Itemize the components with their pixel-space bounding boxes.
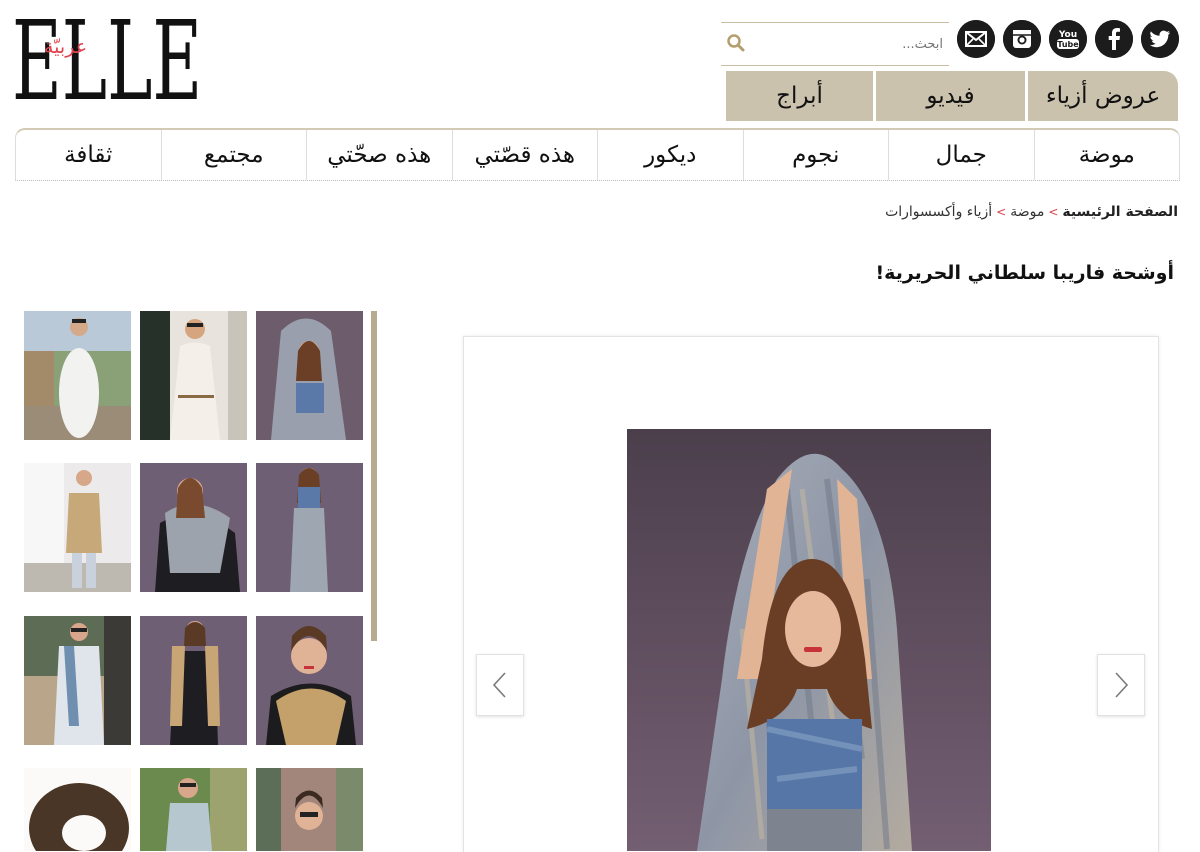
logo-subtitle: عربيّة <box>44 36 88 58</box>
gallery-thumbnail[interactable] <box>24 311 131 440</box>
gallery-thumbnail[interactable] <box>24 616 131 745</box>
youtube-text-bottom: Tube <box>1057 40 1079 49</box>
breadcrumb: الصفحة الرئيسية > موضة > أزياء وأكسسوارا… <box>885 204 1178 220</box>
nav-item-stars[interactable]: نجوم <box>742 130 889 180</box>
next-slide-button[interactable] <box>1097 654 1145 716</box>
nav-item-my-health[interactable]: هذه صحّتي <box>306 130 452 180</box>
slideshow-main-photo <box>627 429 991 851</box>
nav-item-beauty[interactable]: جمال <box>888 130 1034 180</box>
nav-item-decor[interactable]: ديكور <box>597 130 743 180</box>
gallery-thumbnail[interactable] <box>256 463 363 592</box>
gallery-thumbnail[interactable] <box>256 616 363 745</box>
gallery-thumbnail[interactable] <box>140 616 247 745</box>
gallery-thumbnail[interactable] <box>140 463 247 592</box>
gallery-scrollbar[interactable] <box>371 311 377 641</box>
elle-logo[interactable]: ELLE عربيّة <box>12 6 264 116</box>
tab-fashion-shows[interactable]: عروض أزياء <box>1028 71 1178 121</box>
breadcrumb-fashion-accessories[interactable]: أزياء وأكسسوارات <box>885 204 992 220</box>
gallery-thumbnail[interactable] <box>140 768 247 851</box>
nav-item-society[interactable]: مجتمع <box>160 130 307 180</box>
search-icon[interactable] <box>725 32 747 54</box>
instagram-icon[interactable] <box>1003 20 1041 58</box>
breadcrumb-home[interactable]: الصفحة الرئيسية <box>1062 204 1178 220</box>
breadcrumb-separator: > <box>1048 205 1059 219</box>
search-input[interactable] <box>751 31 945 57</box>
main-nav: موضة جمال نجوم ديكور هذه قصّتي هذه صحّتي… <box>15 128 1180 181</box>
breadcrumb-separator: > <box>996 205 1007 219</box>
gallery-thumbnail[interactable] <box>24 768 131 851</box>
gallery-thumbnail[interactable] <box>140 311 247 440</box>
chevron-right-icon <box>1115 672 1129 698</box>
previous-slide-button[interactable] <box>476 654 524 716</box>
search-box <box>721 22 949 66</box>
logo-wordmark: ELLE <box>12 0 203 125</box>
gallery-thumbnail[interactable] <box>256 768 363 851</box>
nav-item-culture[interactable]: ثقافة <box>16 130 161 180</box>
mail-icon[interactable] <box>957 20 995 58</box>
nav-item-fashion[interactable]: موضة <box>1033 130 1180 180</box>
facebook-icon[interactable] <box>1095 20 1133 58</box>
nav-item-my-story[interactable]: هذه قصّتي <box>451 130 598 180</box>
gallery-thumbnail[interactable] <box>256 311 363 440</box>
breadcrumb-fashion[interactable]: موضة <box>1010 204 1044 220</box>
tab-video[interactable]: فيديو <box>876 71 1025 121</box>
tab-horoscope[interactable]: أبراج <box>726 71 873 121</box>
article-title: أوشحة فاريبا سلطاني الحريرية! <box>875 262 1174 284</box>
youtube-icon[interactable]: You Tube <box>1049 20 1087 58</box>
gallery-thumbnail[interactable] <box>24 463 131 592</box>
twitter-icon[interactable] <box>1141 20 1179 58</box>
youtube-text-top: You <box>1058 30 1077 40</box>
chevron-left-icon <box>492 672 506 698</box>
